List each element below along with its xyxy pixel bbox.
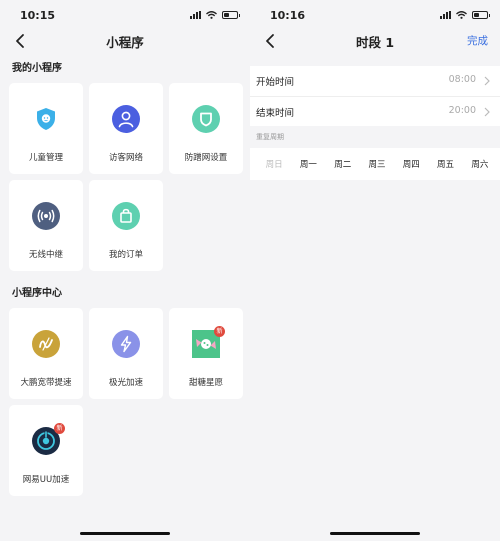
app-label: 访客网络 bbox=[108, 153, 143, 163]
weekday-selector: 周日 周一 周二 周三 周四 周五 周六 bbox=[250, 148, 500, 180]
day-toggle-friday[interactable]: 周五 bbox=[428, 158, 462, 170]
app-label: 我的订单 bbox=[108, 250, 143, 260]
wifi-icon bbox=[456, 10, 467, 19]
app-label: 无线中继 bbox=[28, 250, 63, 260]
app-label: 极光加速 bbox=[108, 378, 143, 388]
day-toggle-monday[interactable]: 周一 bbox=[291, 158, 325, 170]
end-time-value: 20:00 bbox=[448, 105, 476, 116]
new-badge: 新 bbox=[214, 326, 225, 337]
app-card-guest-network[interactable]: 访客网络 bbox=[89, 83, 163, 174]
status-bar: 10:15 bbox=[0, 0, 250, 28]
wifi-icon bbox=[206, 10, 217, 19]
app-card-netease-uu-accelerator[interactable]: 新 网易UU加速 bbox=[9, 405, 83, 496]
app-label: 甜糖星愿 bbox=[188, 378, 223, 388]
home-indicator[interactable] bbox=[80, 532, 170, 535]
status-bar: 10:16 bbox=[250, 0, 500, 28]
candy-icon: 新 bbox=[192, 326, 225, 358]
start-time-value: 08:00 bbox=[448, 74, 476, 85]
app-card-jiguang-accelerator[interactable]: 极光加速 bbox=[89, 308, 163, 399]
done-button[interactable]: 完成 bbox=[467, 33, 488, 48]
page-title: 小程序 bbox=[106, 35, 144, 50]
home-indicator[interactable] bbox=[330, 532, 420, 535]
app-label: 儿童管理 bbox=[28, 153, 63, 163]
start-time-row[interactable]: 开始时间 08:00 bbox=[250, 66, 500, 96]
status-time: 10:16 bbox=[270, 9, 306, 22]
app-label: 网易UU加速 bbox=[22, 475, 70, 485]
day-toggle-tuesday[interactable]: 周二 bbox=[326, 158, 360, 170]
app-center-grid: 大鹏宽带提速 极光加速 新 甜糖星愿 新 网易UU加速 bbox=[0, 308, 250, 496]
new-badge: 新 bbox=[54, 423, 65, 434]
section-title-my-apps: 我的小程序 bbox=[12, 63, 62, 74]
app-card-tiantang-xingyuan[interactable]: 新 甜糖星愿 bbox=[169, 308, 243, 399]
nav-bar: 小程序 bbox=[0, 28, 250, 54]
shopping-bag-icon bbox=[112, 202, 140, 230]
cellular-signal-icon bbox=[440, 10, 451, 19]
repeat-cycle-label: 重复周期 bbox=[256, 133, 284, 141]
day-toggle-thursday[interactable]: 周四 bbox=[394, 158, 428, 170]
lightning-icon bbox=[112, 330, 140, 358]
day-toggle-saturday[interactable]: 周六 bbox=[463, 158, 497, 170]
battery-icon bbox=[472, 10, 490, 19]
end-time-row[interactable]: 结束时间 20:00 bbox=[250, 96, 500, 126]
end-time-label: 结束时间 bbox=[256, 108, 295, 119]
battery-icon bbox=[222, 10, 240, 19]
time-slot-screen: 10:16 时段 1 完成 开始时间 08:00 结束时间 20:00 重复周期… bbox=[250, 0, 500, 541]
chevron-right-icon bbox=[484, 107, 490, 117]
nav-bar: 时段 1 完成 bbox=[250, 28, 500, 54]
app-card-my-orders[interactable]: 我的订单 bbox=[89, 180, 163, 271]
my-apps-grid: 儿童管理 访客网络 防蹭网设置 无线中继 我的订单 bbox=[0, 83, 250, 271]
cellular-signal-icon bbox=[190, 10, 201, 19]
app-card-anti-leech-settings[interactable]: 防蹭网设置 bbox=[169, 83, 243, 174]
app-card-wireless-repeater[interactable]: 无线中继 bbox=[9, 180, 83, 271]
wireless-signal-icon bbox=[32, 202, 60, 230]
status-time: 10:15 bbox=[20, 9, 56, 22]
page-title: 时段 1 bbox=[355, 35, 395, 50]
app-label: 大鹏宽带提速 bbox=[20, 378, 72, 388]
app-card-dapeng-speedup[interactable]: 大鹏宽带提速 bbox=[9, 308, 83, 399]
person-icon bbox=[112, 105, 140, 133]
uu-power-icon: 新 bbox=[32, 423, 65, 455]
shield-icon bbox=[192, 105, 220, 133]
start-time-label: 开始时间 bbox=[256, 77, 295, 88]
mini-programs-screen: 10:15 小程序 我的小程序 儿童管理 访客网络 防蹭网设置 无线中继 我的订… bbox=[0, 0, 250, 541]
dapeng-logo-icon bbox=[32, 330, 60, 358]
app-label: 防蹭网设置 bbox=[184, 153, 228, 163]
day-toggle-wednesday[interactable]: 周三 bbox=[360, 158, 394, 170]
day-toggle-sunday[interactable]: 周日 bbox=[257, 158, 291, 170]
section-title-app-center: 小程序中心 bbox=[12, 288, 62, 299]
app-card-child-management[interactable]: 儿童管理 bbox=[9, 83, 83, 174]
chevron-right-icon bbox=[484, 76, 490, 86]
child-shield-icon bbox=[32, 105, 60, 133]
